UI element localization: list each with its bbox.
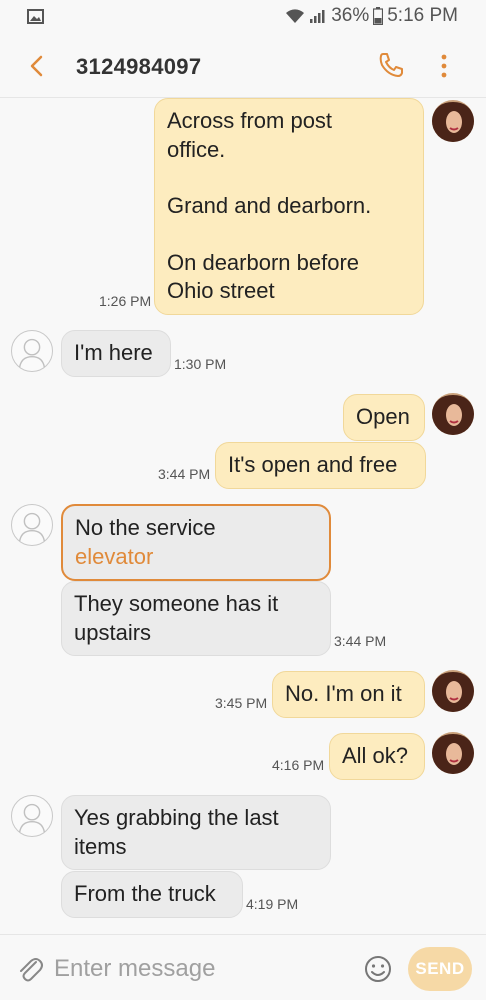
message-text: On dearborn before <box>167 249 360 275</box>
user-avatar[interactable] <box>432 393 474 435</box>
message-gap <box>167 164 411 192</box>
user-photo-icon <box>432 732 474 774</box>
composer-bar: SEND <box>0 934 486 1000</box>
user-photo-icon <box>432 670 474 712</box>
contact-avatar[interactable] <box>11 330 53 372</box>
message-text: office. <box>167 136 226 162</box>
contact-avatar[interactable] <box>11 795 53 837</box>
message-timestamp: 4:19 PM <box>246 896 299 912</box>
message-timestamp: 3:44 PM <box>334 633 387 649</box>
message-timestamp: 3:45 PM <box>215 695 268 711</box>
message-timestamp: 1:26 PM <box>99 293 152 309</box>
message-text: Grand and dearborn. <box>167 193 372 218</box>
user-photo-icon <box>432 100 474 142</box>
conversation-header: 3124984097 <box>0 34 486 98</box>
user-avatar[interactable] <box>432 670 474 712</box>
message-bubble-outgoing[interactable]: No. I'm on it <box>272 671 425 718</box>
message-bubble-outgoing[interactable]: Across from post office. Grand and dearb… <box>154 98 424 315</box>
send-button[interactable]: SEND <box>408 947 472 991</box>
message-text: items <box>74 833 127 859</box>
battery-icon <box>373 7 384 25</box>
phone-icon[interactable] <box>377 51 405 79</box>
contact-avatar[interactable] <box>11 504 53 546</box>
message-text: It's open and free <box>228 452 398 477</box>
emoji-icon[interactable] <box>363 954 393 984</box>
message-text: Across from post <box>167 108 333 133</box>
message-text: No the service <box>75 515 216 540</box>
message-link-text[interactable]: elevator <box>75 543 317 572</box>
gallery-icon <box>27 9 44 24</box>
back-arrow-icon[interactable] <box>24 52 48 80</box>
status-time: 5:16 PM <box>387 5 458 26</box>
attach-icon[interactable] <box>16 954 44 984</box>
message-bubble-incoming-selected[interactable]: No the service elevator <box>61 504 331 581</box>
message-text: Open <box>356 404 410 429</box>
message-input[interactable] <box>54 951 344 987</box>
person-icon <box>18 338 46 368</box>
signal-icon <box>310 10 325 23</box>
message-bubble-incoming[interactable]: From the truck <box>61 871 243 918</box>
message-text: All ok? <box>342 743 409 768</box>
message-timestamp: 4:16 PM <box>272 757 325 773</box>
message-text: From the truck <box>74 881 216 906</box>
message-timestamp: 3:44 PM <box>158 466 211 482</box>
wifi-icon <box>286 9 305 23</box>
message-bubble-outgoing[interactable]: All ok? <box>329 733 425 780</box>
status-bar: 36% 5:16 PM <box>0 0 486 34</box>
message-bubble-incoming[interactable]: Yes grabbing the last items <box>61 795 331 870</box>
message-gap <box>167 221 411 249</box>
message-text: They someone has it <box>74 591 279 616</box>
message-text: Ohio street <box>167 278 275 303</box>
message-bubble-incoming[interactable]: They someone has it upstairs <box>61 581 331 656</box>
message-timestamp: 1:30 PM <box>174 356 227 372</box>
message-bubble-incoming[interactable]: I'm here <box>61 330 171 377</box>
message-text: upstairs <box>74 619 152 645</box>
more-vertical-icon[interactable] <box>432 52 456 80</box>
person-icon <box>18 803 46 833</box>
contact-title: 3124984097 <box>76 54 202 79</box>
message-text: I'm here <box>74 340 153 365</box>
person-icon <box>18 512 46 542</box>
user-photo-icon <box>432 393 474 435</box>
message-bubble-outgoing[interactable]: It's open and free <box>215 442 426 489</box>
message-text: No. I'm on it <box>285 681 402 706</box>
battery-percent: 36% <box>331 5 370 26</box>
user-avatar[interactable] <box>432 732 474 774</box>
message-text: Yes grabbing the last <box>74 805 279 830</box>
user-avatar[interactable] <box>432 100 474 142</box>
message-bubble-outgoing[interactable]: Open <box>343 394 425 441</box>
